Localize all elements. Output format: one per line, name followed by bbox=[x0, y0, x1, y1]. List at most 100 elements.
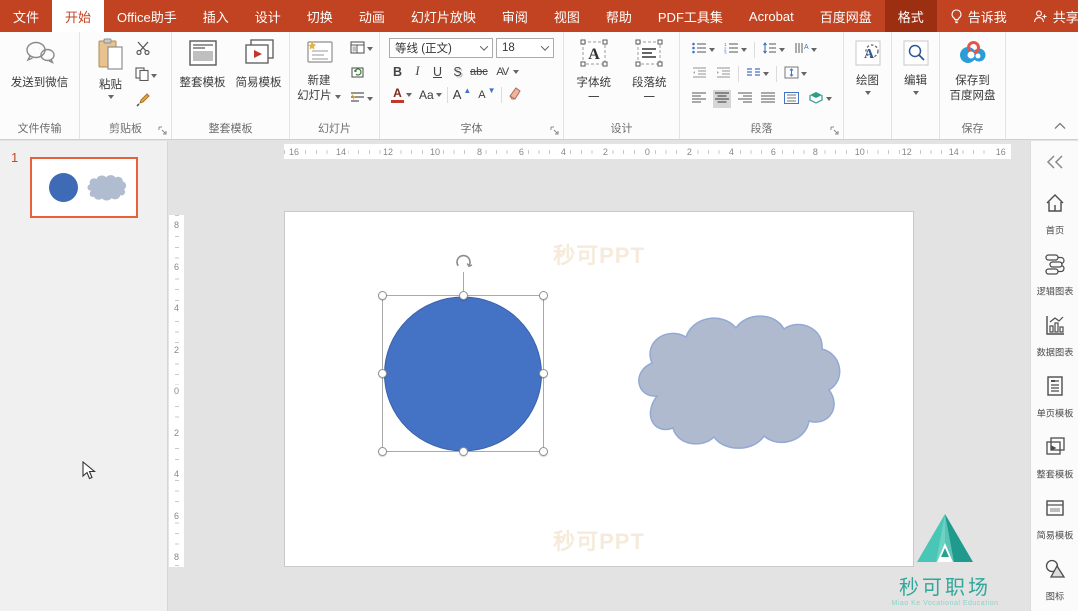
font-name-combo[interactable]: 等线 (正文) bbox=[389, 38, 493, 58]
dropdown-arrow bbox=[107, 94, 114, 99]
grow-font-button[interactable]: A ▲ bbox=[451, 86, 474, 103]
shrink-font-button[interactable]: A ▼ bbox=[476, 86, 497, 102]
resize-handle-nw[interactable] bbox=[378, 291, 387, 300]
italic-button[interactable]: I bbox=[409, 62, 426, 81]
convert-smartart-button[interactable] bbox=[806, 89, 834, 109]
resize-handle-s[interactable] bbox=[459, 447, 468, 456]
numbering-button[interactable]: 123 bbox=[722, 40, 749, 59]
tab-animations[interactable]: 动画 bbox=[346, 0, 398, 32]
tab-review[interactable]: 审阅 bbox=[489, 0, 541, 32]
tell-me-button[interactable]: 告诉我 bbox=[937, 0, 1020, 32]
tab-slideshow[interactable]: 幻灯片放映 bbox=[398, 0, 489, 32]
editor-canvas: 16 14 12 10 8 6 4 2 0 2 4 6 8 10 12 14 16 864202468 秒可PP… bbox=[168, 141, 1030, 611]
grow-arrow-icon: ▲ bbox=[463, 86, 472, 95]
sidebar-item-icons[interactable]: 图标 bbox=[1031, 550, 1078, 611]
section-button[interactable] bbox=[348, 90, 375, 108]
bullets-button[interactable] bbox=[690, 40, 717, 59]
rotate-handle-icon[interactable] bbox=[453, 252, 474, 278]
tab-acrobat[interactable]: Acrobat bbox=[736, 0, 807, 32]
font-color-button[interactable]: A bbox=[389, 86, 414, 104]
full-template-button[interactable]: 整套模板 bbox=[177, 37, 229, 92]
drawing-button[interactable]: A 绘图 bbox=[850, 37, 886, 96]
dialog-launcher-icon[interactable] bbox=[830, 126, 840, 136]
sidebar-item-data-charts[interactable]: 数据图表 bbox=[1031, 306, 1078, 367]
change-case-button[interactable]: Aa bbox=[417, 87, 444, 103]
increase-indent-button[interactable] bbox=[714, 65, 733, 84]
justify-button[interactable] bbox=[759, 90, 777, 108]
slide-thumbnail[interactable] bbox=[30, 157, 138, 218]
section-icon bbox=[350, 91, 365, 107]
simple-template-icon bbox=[1044, 497, 1066, 524]
bold-button[interactable]: B bbox=[389, 62, 406, 81]
resize-handle-n[interactable] bbox=[459, 291, 468, 300]
dropdown-arrow bbox=[778, 47, 785, 52]
tab-format[interactable]: 格式 bbox=[884, 0, 937, 32]
reset-slide-button[interactable] bbox=[348, 65, 375, 83]
tab-view[interactable]: 视图 bbox=[541, 0, 593, 32]
sidebar-item-single-page-template[interactable]: 单页模板 bbox=[1031, 367, 1078, 428]
save-to-baidu-button[interactable]: 保存到 百度网盘 bbox=[947, 37, 999, 104]
editing-button[interactable]: 编辑 bbox=[898, 37, 934, 96]
resize-handle-e[interactable] bbox=[539, 369, 548, 378]
slide-layout-button[interactable] bbox=[348, 40, 375, 58]
font-unify-button[interactable]: A 字体统一 bbox=[568, 37, 620, 106]
resize-handle-sw[interactable] bbox=[378, 447, 387, 456]
resize-handle-w[interactable] bbox=[378, 369, 387, 378]
group-file-transfer: 发送到微信 文件传输 bbox=[0, 32, 80, 139]
character-spacing-button[interactable]: AV bbox=[492, 61, 521, 82]
cloud-shape[interactable] bbox=[625, 300, 845, 461]
cut-button[interactable] bbox=[133, 40, 159, 59]
tab-home[interactable]: 开始 bbox=[52, 0, 105, 32]
distribute-button[interactable] bbox=[782, 90, 801, 109]
tab-help[interactable]: 帮助 bbox=[593, 0, 645, 32]
dropdown-arrow bbox=[864, 90, 871, 95]
tab-transitions[interactable]: 切换 bbox=[294, 0, 346, 32]
send-to-wechat-button[interactable]: 发送到微信 bbox=[8, 37, 72, 92]
clear-formatting-button[interactable] bbox=[505, 85, 524, 104]
font-size-combo[interactable]: 18 bbox=[496, 38, 554, 58]
sidebar-item-logic-charts[interactable]: 逻辑图表 bbox=[1031, 245, 1078, 306]
decrease-indent-button[interactable] bbox=[690, 65, 709, 84]
underline-button[interactable]: U bbox=[429, 62, 446, 81]
format-painter-button[interactable] bbox=[133, 92, 159, 111]
paste-button[interactable]: 粘贴 bbox=[93, 37, 129, 100]
text-direction-button[interactable]: A bbox=[792, 40, 819, 59]
slide-number: 1 bbox=[11, 150, 19, 165]
tab-office-assistant[interactable]: Office助手 bbox=[104, 0, 190, 32]
sidebar-item-full-template[interactable]: 整套模板 bbox=[1031, 428, 1078, 489]
collapse-ribbon-icon[interactable] bbox=[1054, 121, 1066, 133]
resize-handle-ne[interactable] bbox=[539, 291, 548, 300]
line-spacing-button[interactable] bbox=[760, 40, 787, 59]
align-center-button[interactable] bbox=[712, 90, 731, 108]
align-right-button[interactable] bbox=[736, 90, 754, 108]
tab-design[interactable]: 设计 bbox=[242, 0, 294, 32]
tab-insert[interactable]: 插入 bbox=[190, 0, 242, 32]
logic-chart-icon bbox=[1044, 253, 1066, 280]
paragraph-unify-button[interactable]: 段落统一 bbox=[624, 37, 676, 106]
align-left-button[interactable] bbox=[690, 90, 708, 108]
dropdown-arrow bbox=[912, 90, 919, 95]
resize-handle-se[interactable] bbox=[539, 447, 548, 456]
share-button[interactable]: 共享 bbox=[1020, 0, 1078, 32]
tab-baidu-netdisk[interactable]: 百度网盘 bbox=[807, 0, 885, 32]
strikethrough-button[interactable]: abc bbox=[469, 62, 489, 81]
dropdown-arrow bbox=[366, 47, 373, 51]
text-shadow-button[interactable]: S bbox=[449, 62, 466, 81]
simple-template-button[interactable]: 简易模板 bbox=[233, 37, 285, 92]
dialog-launcher-icon[interactable] bbox=[550, 126, 560, 136]
copy-button[interactable] bbox=[133, 66, 159, 85]
dialog-launcher-icon[interactable] bbox=[158, 126, 168, 136]
collapse-sidebar-icon[interactable] bbox=[1046, 151, 1064, 184]
align-right-icon bbox=[737, 92, 752, 106]
shapes-icon bbox=[1044, 558, 1066, 585]
full-template-icon bbox=[1044, 436, 1066, 463]
slide[interactable]: 秒可PPT 秒可PPT bbox=[284, 211, 914, 567]
sidebar-item-home[interactable]: 首页 bbox=[1031, 184, 1078, 245]
columns-button[interactable] bbox=[744, 65, 771, 84]
sidebar-item-simple-template[interactable]: 简易模板 bbox=[1031, 489, 1078, 550]
tab-file[interactable]: 文件 bbox=[0, 0, 52, 32]
align-text-button[interactable] bbox=[782, 64, 809, 84]
new-slide-button[interactable]: 新建 幻灯片 bbox=[294, 37, 344, 104]
group-paragraph: 123 A 段落 bbox=[680, 32, 844, 139]
tab-pdf-tools[interactable]: PDF工具集 bbox=[645, 0, 736, 32]
